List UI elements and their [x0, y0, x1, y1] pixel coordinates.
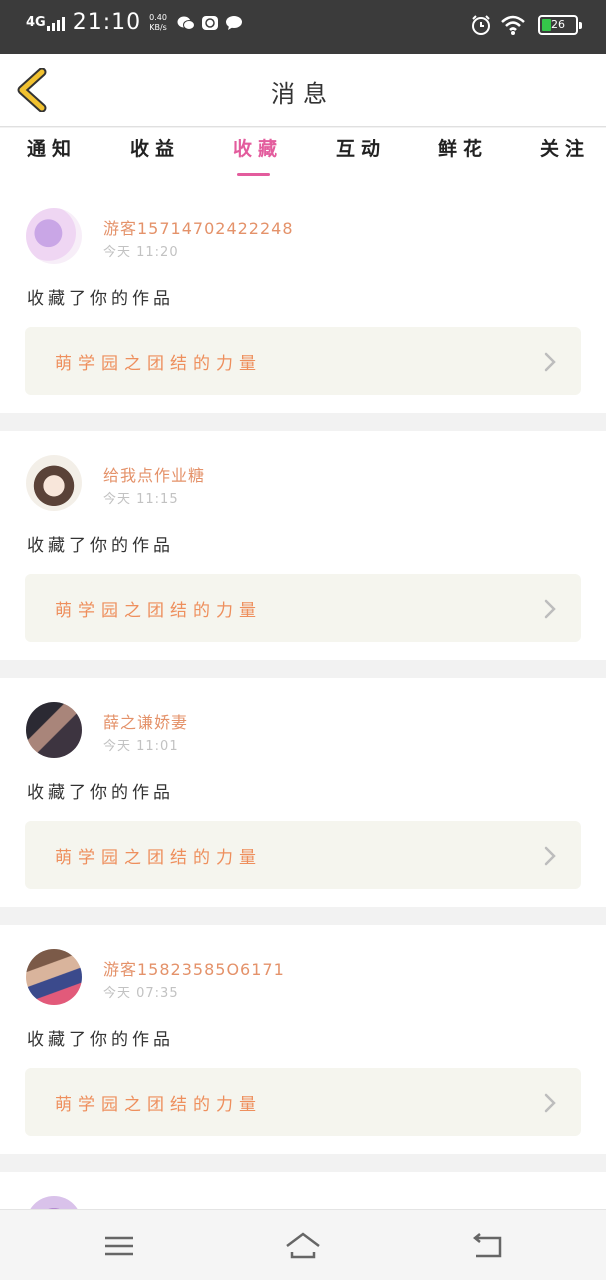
tab-favorites[interactable]: 收藏: [213, 134, 303, 161]
speed-unit: KB/s: [149, 22, 167, 32]
tab-bar: 通知 收益 收藏 互动 鲜花 关注: [0, 128, 606, 184]
system-nav-bar: [0, 1209, 606, 1280]
work-title: 萌学园之团结的力量: [55, 1095, 262, 1115]
avatar[interactable]: [26, 455, 82, 511]
battery-level: 26: [551, 18, 565, 31]
menu-icon[interactable]: [99, 1228, 139, 1264]
message-time: 今天 11:15: [103, 492, 179, 507]
list-item: 薛之谦娇妻 今天 11:01 收藏了你的作品 萌学园之团结的力量: [0, 678, 606, 907]
work-link[interactable]: 萌学园之团结的力量: [25, 574, 581, 642]
username[interactable]: 游客15823585O6171: [103, 956, 285, 980]
chevron-right-icon: [544, 1093, 556, 1113]
status-bar: 4G 21:10 0.40 KB/s 26: [0, 0, 606, 54]
wifi-icon: [501, 15, 525, 35]
tab-following[interactable]: 关注: [520, 134, 606, 161]
work-link[interactable]: 萌学园之团结的力量: [25, 821, 581, 889]
work-title: 萌学园之团结的力量: [55, 601, 262, 621]
page-title: 消息: [271, 80, 335, 108]
action-text: 收藏了你的作品: [27, 783, 174, 803]
message-time: 今天 07:35: [103, 986, 179, 1001]
username[interactable]: 游客15714702422248: [103, 215, 294, 239]
tab-notifications[interactable]: 通知: [7, 134, 97, 161]
avatar[interactable]: [26, 949, 82, 1005]
message-time: 今天 11:01: [103, 739, 179, 754]
network-type: 4G: [26, 15, 46, 30]
alarm-icon: [472, 15, 490, 35]
wechat-icon: [177, 16, 195, 30]
tab-earnings[interactable]: 收益: [110, 134, 200, 161]
qq-icon: [201, 15, 218, 30]
action-text: 收藏了你的作品: [27, 536, 174, 556]
action-text: 收藏了你的作品: [27, 289, 174, 309]
clock: 21:10: [72, 10, 142, 35]
avatar[interactable]: [26, 702, 82, 758]
chevron-right-icon: [544, 599, 556, 619]
battery-icon: 26: [538, 15, 582, 35]
username[interactable]: 薛之谦娇妻: [103, 709, 188, 733]
action-text: 收藏了你的作品: [27, 1030, 174, 1050]
tab-interactions[interactable]: 互动: [316, 134, 406, 161]
list-item: 游客15823585O6171 今天 07:35 收藏了你的作品 萌学园之团结的…: [0, 925, 606, 1154]
chevron-right-icon: [544, 846, 556, 866]
message-list: 游客15714702422248 今天 11:20 收藏了你的作品 萌学园之团结…: [0, 184, 606, 1252]
signal-icon: [46, 15, 67, 31]
tab-flowers[interactable]: 鲜花: [418, 134, 508, 161]
chevron-right-icon: [544, 352, 556, 372]
work-link[interactable]: 萌学园之团结的力量: [25, 327, 581, 395]
home-icon[interactable]: [283, 1228, 323, 1264]
work-link[interactable]: 萌学园之团结的力量: [25, 1068, 581, 1136]
list-item: 游客15714702422248 今天 11:20 收藏了你的作品 萌学园之团结…: [0, 184, 606, 413]
work-title: 萌学园之团结的力量: [55, 354, 262, 374]
work-title: 萌学园之团结的力量: [55, 848, 262, 868]
username[interactable]: 给我点作业糖: [103, 462, 205, 486]
header-bar: 消息: [0, 54, 606, 127]
back-icon[interactable]: [468, 1228, 508, 1264]
message-icon: [225, 15, 242, 30]
list-item: 给我点作业糖 今天 11:15 收藏了你的作品 萌学园之团结的力量: [0, 431, 606, 660]
active-tab-indicator: [237, 173, 270, 176]
avatar[interactable]: [26, 208, 82, 264]
message-time: 今天 11:20: [103, 245, 179, 260]
speed-value: 0.40: [149, 12, 167, 22]
network-speed: 0.40 KB/s: [149, 13, 167, 33]
